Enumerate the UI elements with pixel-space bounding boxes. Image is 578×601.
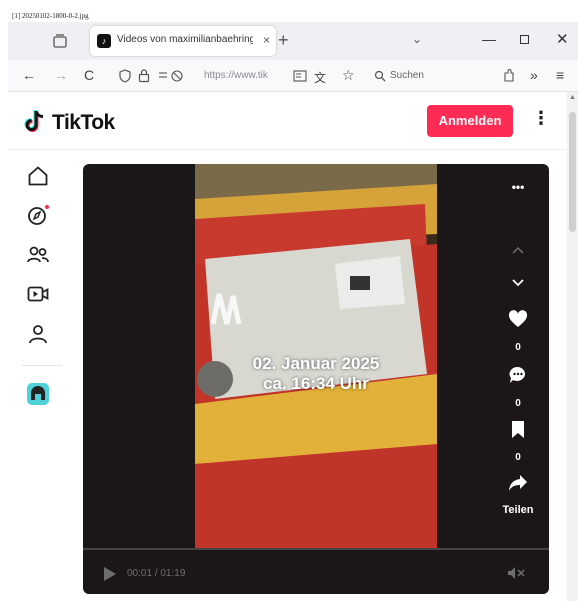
video-action-column: ••• 0 0 0 Teilen (488, 164, 548, 548)
tiktok-page: TikTok Anmelden ⋮ 02. Januar 2025 ca. 16… (8, 92, 567, 601)
video-more-icon[interactable]: ••• (488, 180, 548, 194)
tab-close-icon[interactable]: × (263, 33, 270, 47)
translate-icon[interactable]: 文 (314, 69, 326, 86)
reload-button[interactable]: C (84, 67, 94, 83)
play-icon[interactable] (103, 566, 117, 582)
tiktok-sidebar (8, 150, 74, 601)
tiktok-favicon-icon: ♪ (97, 34, 111, 48)
browser-tab-strip: ♪ Videos von maximilianbaehring × + ⌄ — … (8, 22, 578, 60)
bookmark-star-icon[interactable]: ☆ (342, 67, 355, 84)
shield-icon[interactable] (118, 69, 132, 83)
search-placeholder: Suchen (390, 70, 424, 81)
app-menu-icon[interactable]: ≡ (556, 67, 564, 83)
live-icon[interactable] (26, 282, 50, 306)
mute-icon[interactable] (507, 566, 525, 580)
search-box[interactable]: Suchen (370, 65, 480, 87)
page-scrollbar[interactable]: ▲ (567, 92, 578, 601)
tab-list-icon[interactable] (52, 33, 68, 49)
share-arrow-icon[interactable] (508, 474, 528, 492)
following-icon[interactable] (26, 243, 50, 267)
comment-count: 0 (515, 398, 521, 409)
video-progress-bar[interactable] (83, 548, 549, 550)
explore-icon[interactable] (26, 203, 50, 227)
scroll-up-arrow-icon[interactable]: ▲ (569, 94, 576, 101)
home-icon[interactable] (26, 164, 50, 188)
app-icon[interactable] (26, 382, 50, 406)
forward-button[interactable]: → (54, 67, 68, 83)
url-text: https://www.tik (204, 70, 268, 81)
save-count: 0 (515, 452, 521, 463)
browser-tab-active[interactable]: ♪ Videos von maximilianbaehring × (90, 26, 276, 56)
video-time: 00:01 / 01:19 (127, 568, 186, 579)
video-player[interactable]: 02. Januar 2025 ca. 16:34 Uhr ••• 0 0 0 (83, 164, 549, 594)
next-video-chevron-icon[interactable] (510, 277, 526, 289)
like-count: 0 (515, 342, 521, 353)
sidebar-divider (22, 365, 62, 366)
notification-dot (45, 205, 49, 209)
video-overlay-date: 02. Januar 2025 (252, 354, 380, 373)
reader-view-icon[interactable] (293, 69, 307, 83)
lock-icon[interactable] (138, 68, 150, 83)
window-maximize-button[interactable] (520, 35, 529, 44)
login-button[interactable]: Anmelden (427, 105, 513, 137)
tab-title: Videos von maximilianbaehring (117, 34, 253, 45)
share-label[interactable]: Teilen (488, 504, 548, 516)
profile-icon[interactable] (26, 322, 50, 346)
search-icon (374, 70, 386, 82)
browser-nav-bar: ← → C https://www.tik 文 ☆ Suchen » ≡ (8, 60, 578, 92)
tiktok-header: TikTok Anmelden ⋮ (8, 92, 567, 150)
file-caption: [1] 20250102-1800-0-2.jpg (12, 12, 89, 20)
back-button[interactable]: ← (22, 67, 36, 83)
scrollbar-thumb[interactable] (569, 112, 576, 232)
extensions-icon[interactable] (502, 68, 516, 83)
comment-icon[interactable] (508, 365, 528, 385)
video-controls: 00:01 / 01:19 (83, 548, 549, 594)
permissions-icon[interactable] (158, 69, 188, 83)
list-all-tabs-chevron-icon[interactable]: ⌄ (412, 32, 422, 46)
more-options-icon[interactable]: ⋮ (532, 108, 550, 129)
window-close-button[interactable]: ✕ (556, 30, 569, 48)
tiktok-note-icon (24, 110, 44, 132)
window-minimize-button[interactable]: — (482, 31, 496, 47)
overflow-chevron-icon[interactable]: » (530, 67, 538, 83)
bookmark-icon[interactable] (510, 420, 526, 439)
previous-video-chevron-icon[interactable] (510, 244, 526, 256)
like-heart-icon[interactable] (508, 310, 528, 328)
video-overlay-time: ca. 16:34 Uhr (263, 374, 369, 393)
new-tab-button[interactable]: + (278, 30, 289, 51)
tiktok-wordmark: TikTok (52, 111, 115, 134)
